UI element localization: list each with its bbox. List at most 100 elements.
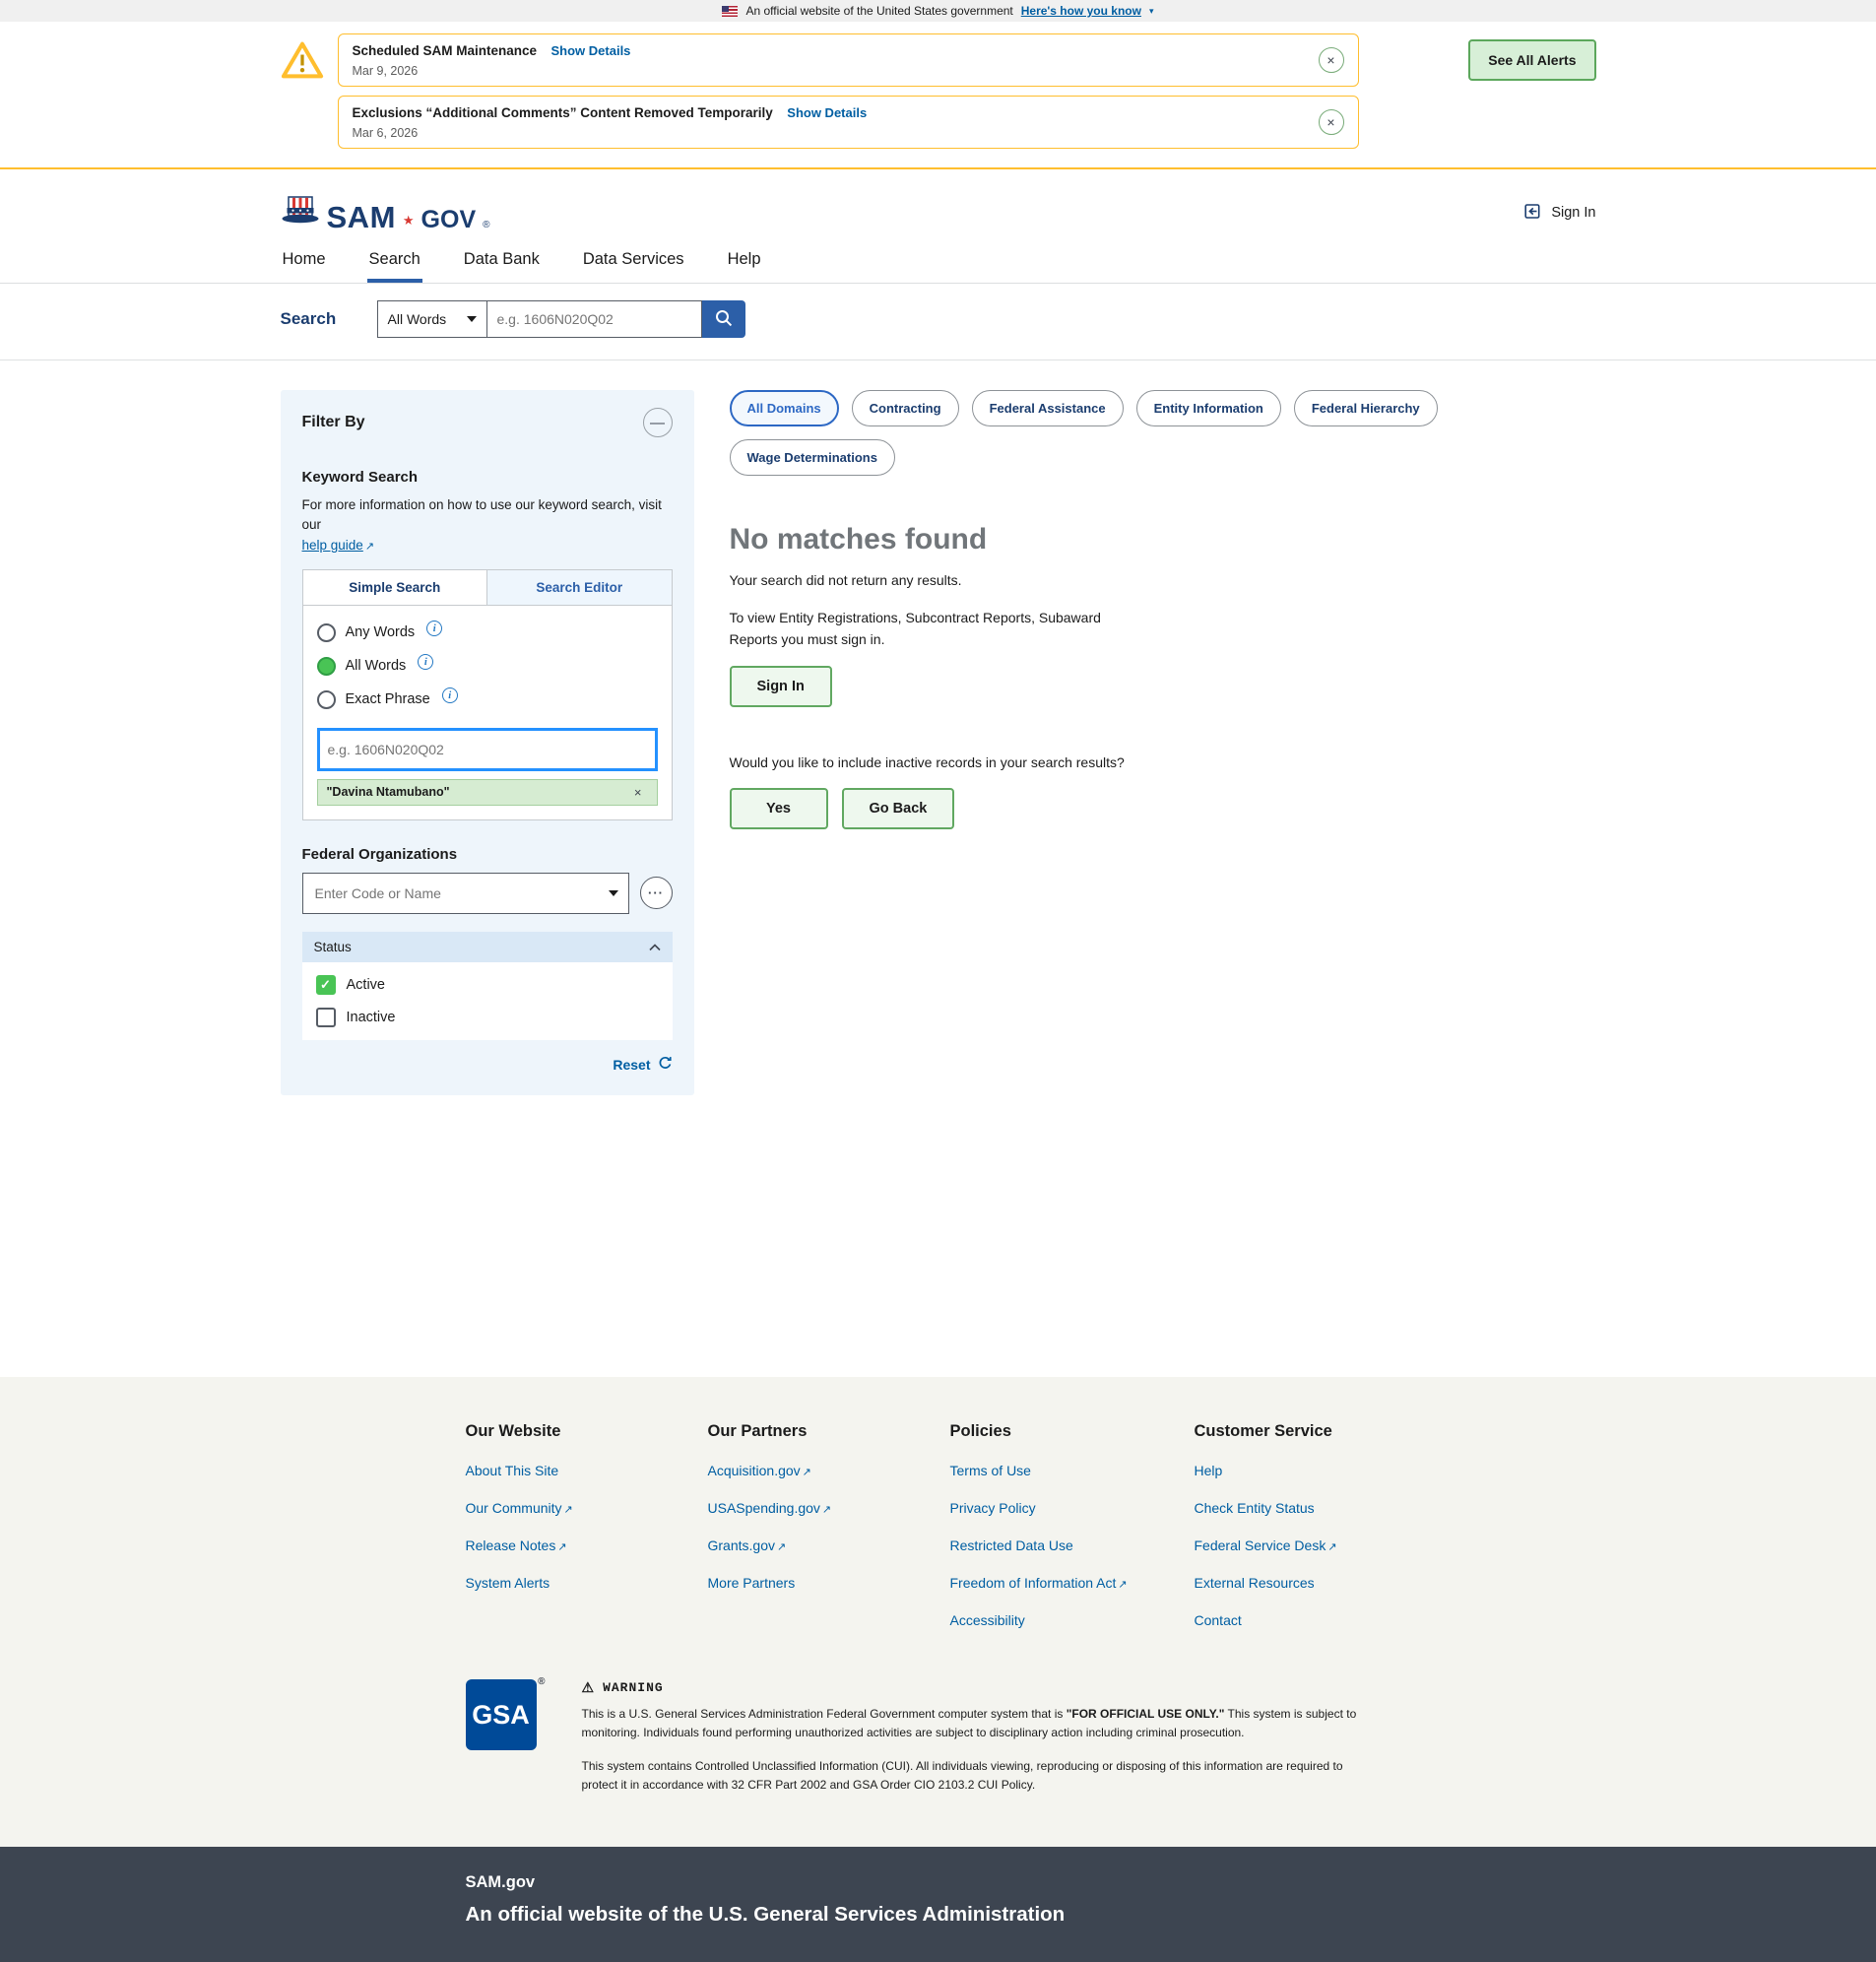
filter-panel-title: Filter By	[302, 414, 365, 431]
checkbox-inactive[interactable]	[316, 1008, 336, 1027]
footer-link[interactable]: Contact	[1195, 1612, 1411, 1628]
tab-search-editor[interactable]: Search Editor	[487, 570, 672, 605]
alert-date: Mar 9, 2026	[353, 64, 1319, 78]
logo-gov-text: GOV	[421, 210, 477, 230]
more-options-button[interactable]: ···	[640, 877, 673, 909]
logo-star-icon: ★	[403, 213, 415, 230]
no-results-text: Your search did not return any results.	[730, 572, 1596, 588]
search-icon	[714, 308, 734, 331]
alert-row: Exclusions “Additional Comments” Content…	[281, 96, 1359, 149]
footer-link[interactable]: External Resources	[1195, 1575, 1411, 1591]
footer-link[interactable]: More Partners	[708, 1575, 917, 1591]
keyword-chip: "Davina Ntamubano" ×	[317, 779, 658, 806]
radio-exact-phrase[interactable]	[317, 690, 336, 709]
warning-icon: ⚠	[582, 1679, 595, 1696]
footer-link[interactable]: Federal Service Desk↗	[1195, 1537, 1411, 1553]
help-guide-link[interactable]: help guide	[302, 538, 363, 553]
footer-link[interactable]: USASpending.gov↗	[708, 1500, 917, 1516]
checkbox-inactive-label: Inactive	[347, 1010, 396, 1025]
tab-simple-search[interactable]: Simple Search	[303, 570, 488, 605]
footer-link[interactable]: Accessibility	[950, 1612, 1161, 1628]
footer-link[interactable]: Privacy Policy	[950, 1500, 1161, 1516]
alert-show-details-link[interactable]: Show Details	[551, 43, 631, 58]
close-icon: ×	[1326, 114, 1334, 130]
chevron-up-icon	[649, 940, 661, 954]
alert-title: Scheduled SAM Maintenance	[353, 43, 538, 58]
footer-link[interactable]: Acquisition.gov↗	[708, 1463, 917, 1478]
go-back-button[interactable]: Go Back	[842, 788, 955, 829]
no-matches-heading: No matches found	[730, 523, 1596, 556]
dark-footer-subtitle: An official website of the U.S. General …	[466, 1903, 1411, 1927]
pill-contracting[interactable]: Contracting	[852, 390, 959, 426]
footer-link-label: Accessibility	[950, 1612, 1025, 1628]
nav-item-help[interactable]: Help	[726, 242, 763, 283]
checkbox-active-label: Active	[347, 977, 386, 993]
footer-link[interactable]: Freedom of Information Act↗	[950, 1575, 1161, 1591]
federal-organizations-combobox[interactable]	[302, 873, 629, 914]
radio-all-words[interactable]	[317, 657, 336, 676]
footer-link[interactable]: Help	[1195, 1463, 1411, 1478]
alert-close-button[interactable]: ×	[1319, 109, 1344, 135]
pill-all-domains[interactable]: All Domains	[730, 390, 839, 426]
keyword-search-info: For more information on how to use our k…	[302, 495, 673, 556]
inactive-records-question: Would you like to include inactive recor…	[730, 754, 1596, 770]
footer-link[interactable]: Grants.gov↗	[708, 1537, 917, 1553]
nav-item-search[interactable]: Search	[367, 242, 422, 283]
keyword-search-card: Simple Search Search Editor Any Words i …	[302, 569, 673, 820]
pill-federal-hierarchy[interactable]: Federal Hierarchy	[1294, 390, 1438, 426]
warning-text-bold: "FOR OFFICIAL USE ONLY."	[1067, 1707, 1225, 1721]
footer-link-label: Contact	[1195, 1612, 1242, 1628]
nav-item-home[interactable]: Home	[281, 242, 328, 283]
pill-wage-determinations[interactable]: Wage Determinations	[730, 439, 895, 476]
site-footer: Our Website About This Site Our Communit…	[0, 1377, 1876, 1847]
external-link-icon: ↗	[822, 1504, 831, 1516]
footer-link[interactable]: Terms of Use	[950, 1463, 1161, 1478]
info-icon[interactable]: i	[442, 687, 458, 703]
chip-close-button[interactable]: ×	[628, 784, 648, 801]
results-sign-in-button[interactable]: Sign In	[730, 666, 832, 707]
yes-button[interactable]: Yes	[730, 788, 828, 829]
sign-in-label: Sign In	[1551, 205, 1595, 221]
checkbox-active[interactable]: ✓	[316, 975, 336, 995]
external-link-icon: ↗	[1327, 1541, 1336, 1553]
footer-link[interactable]: System Alerts	[466, 1575, 675, 1591]
main-nav: Home Search Data Bank Data Services Help	[0, 242, 1876, 284]
nav-item-data-services[interactable]: Data Services	[581, 242, 686, 283]
alert-close-button[interactable]: ×	[1319, 47, 1344, 73]
close-icon: ×	[634, 785, 642, 800]
footer-link[interactable]: Check Entity Status	[1195, 1500, 1411, 1516]
header-sign-in-link[interactable]: Sign In	[1523, 203, 1595, 224]
check-icon: ✓	[320, 977, 331, 993]
close-icon: ×	[1326, 52, 1334, 68]
footer-link[interactable]: Restricted Data Use	[950, 1537, 1161, 1553]
alert-show-details-link[interactable]: Show Details	[787, 105, 867, 120]
radio-any-words-label: Any Words	[346, 624, 416, 640]
radio-any-words[interactable]	[317, 623, 336, 642]
footer-link-label: More Partners	[708, 1575, 796, 1591]
pill-federal-assistance[interactable]: Federal Assistance	[972, 390, 1124, 426]
footer-link[interactable]: About This Site	[466, 1463, 675, 1478]
search-submit-button[interactable]	[702, 300, 745, 338]
footer-column-heading: Customer Service	[1195, 1422, 1411, 1441]
alert-box: Exclusions “Additional Comments” Content…	[338, 96, 1359, 149]
external-link-icon: ↗	[557, 1541, 566, 1553]
external-link-icon: ↗	[1118, 1579, 1127, 1591]
gov-banner-link[interactable]: Here's how you know	[1021, 4, 1141, 18]
pill-entity-information[interactable]: Entity Information	[1136, 390, 1281, 426]
nav-item-data-bank[interactable]: Data Bank	[462, 242, 542, 283]
alert-date: Mar 6, 2026	[353, 126, 1319, 140]
filter-collapse-button[interactable]: —	[643, 408, 673, 437]
keyword-input[interactable]	[317, 728, 658, 771]
sam-gov-logo[interactable]: SAM★GOV®	[281, 195, 490, 230]
federal-organizations-input[interactable]	[313, 874, 609, 913]
info-icon[interactable]: i	[418, 654, 433, 670]
status-section-toggle[interactable]: Status	[302, 932, 673, 962]
footer-column-heading: Our Partners	[708, 1422, 917, 1441]
reset-filters-link[interactable]: Reset	[302, 1056, 673, 1074]
see-all-alerts-button[interactable]: See All Alerts	[1468, 39, 1595, 81]
search-input[interactable]	[487, 300, 702, 338]
search-mode-select[interactable]: All Words	[377, 300, 487, 338]
footer-link[interactable]: Release Notes↗	[466, 1537, 675, 1553]
footer-link[interactable]: Our Community↗	[466, 1500, 675, 1516]
info-icon[interactable]: i	[426, 621, 442, 636]
